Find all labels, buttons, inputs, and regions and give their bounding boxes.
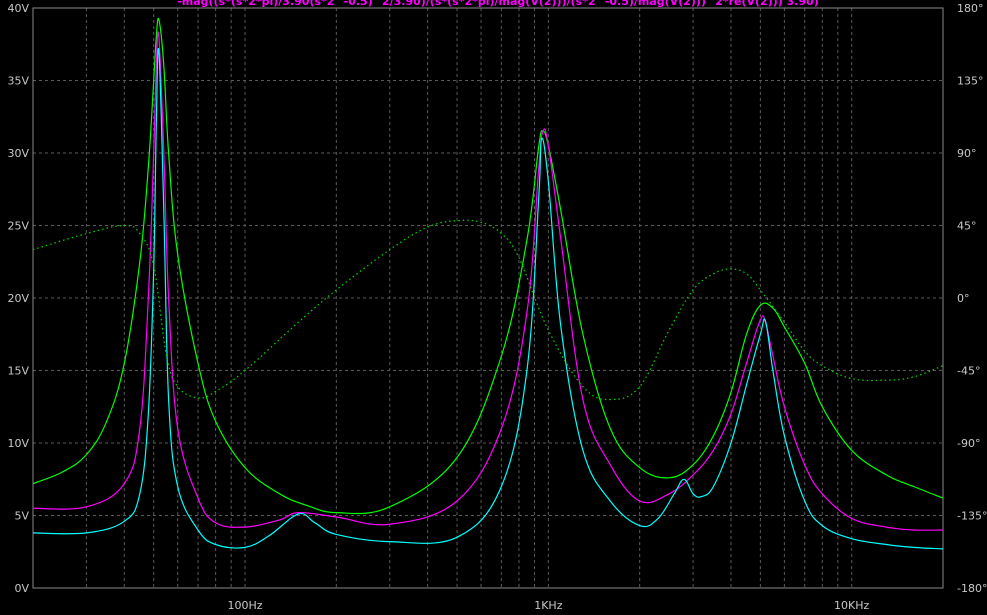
x-tick-label: 10KHz [834,599,869,612]
y-left-tick-label: 40V [7,2,29,15]
y-left-tick-label: 30V [7,147,29,160]
y-right-tick-label: -180° [957,582,987,595]
y-right-tick-label: -90° [957,437,980,450]
y-right-tick-label: 45° [957,220,977,233]
y-left-tick-label: 5V [14,510,29,523]
y-left-tick-label: 25V [7,220,29,233]
y-right-tick-label: 180° [957,2,984,15]
chart-title: -mag((s*(s*2*pi)/3.90(s*2^-0.5)^2/3.90)/… [177,0,819,8]
y-left-tick-label: 0V [14,582,29,595]
y-left-tick-label: 20V [7,292,29,305]
y-right-tick-label: -135° [957,510,987,523]
y-right-tick-label: 0° [957,292,970,305]
x-tick-label: 1KHz [534,599,562,612]
y-right-tick-label: 135° [957,75,984,88]
y-left-tick-label: 35V [7,75,29,88]
x-tick-label: 100Hz [227,599,262,612]
y-right-tick-label: 90° [957,147,977,160]
y-left-tick-label: 15V [7,365,29,378]
y-left-tick-label: 10V [7,437,29,450]
chart: 0V 5V 10V 15V 20V 25V 30V 35V 40V -180° -135° -90° -… [0,0,987,615]
y-right-tick-label: -45° [957,365,980,378]
